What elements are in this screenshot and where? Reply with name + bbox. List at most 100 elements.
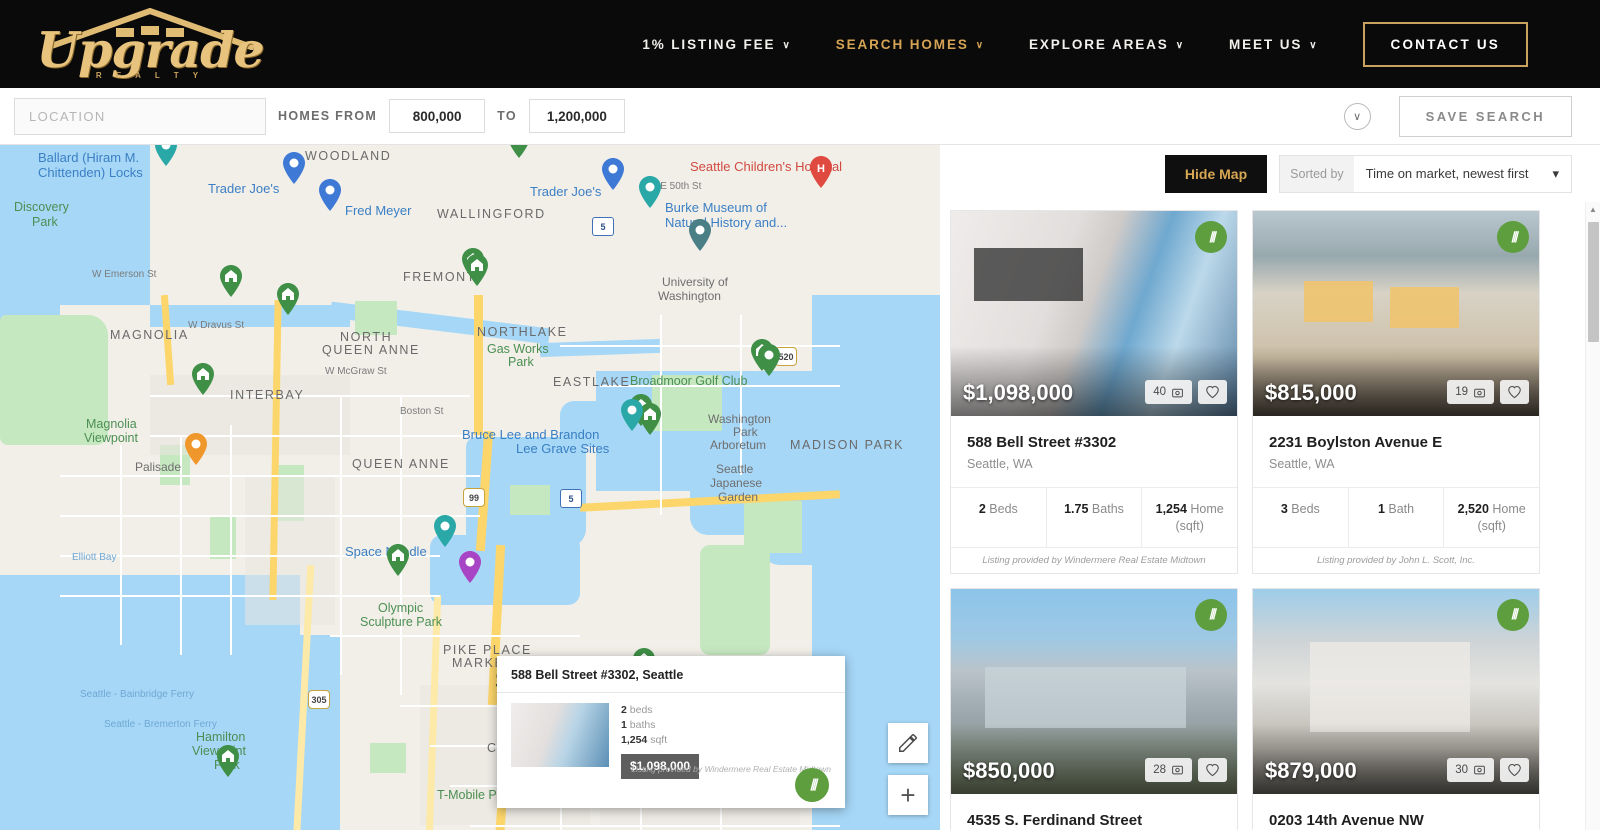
- route-shield: 5: [560, 489, 582, 508]
- save-search-button[interactable]: SAVE SEARCH: [1398, 95, 1572, 137]
- photo-count-badge[interactable]: 30: [1447, 757, 1494, 782]
- stat-beds: 3 Beds: [1280, 502, 1320, 516]
- map-label: MAGNOLIA: [110, 328, 189, 342]
- map-poi-pin[interactable]: [281, 151, 307, 185]
- map-poi-pin[interactable]: [687, 218, 713, 252]
- map-poi-pin[interactable]: [619, 398, 645, 432]
- map-property-pin[interactable]: [506, 145, 532, 159]
- map-poi-pin[interactable]: H: [808, 155, 834, 189]
- listing-card[interactable]: ⦀ $879,000 30 0203 14th Avenue NW: [1252, 587, 1540, 830]
- listing-card[interactable]: ⦀ $850,000 28 4535 S. Ferdinand Street: [950, 587, 1238, 830]
- map-poi-pin[interactable]: [432, 514, 458, 548]
- popup-thumbnail[interactable]: [511, 703, 609, 767]
- map-label: EASTLAKE: [553, 375, 631, 389]
- listing-card[interactable]: ⦀ $815,000 19 2231 Boylston Avenue E Seattle…: [1252, 210, 1540, 574]
- popup-beds-label: beds: [629, 704, 653, 716]
- nav-label: 1% LISTING FEE: [642, 36, 776, 52]
- map-label: W Dravus St: [188, 320, 245, 331]
- nav-item-search-homes[interactable]: SEARCH HOMES ∨: [836, 37, 985, 52]
- photo-count-badge[interactable]: 28: [1145, 757, 1192, 782]
- scroll-up-icon[interactable]: ▲: [1586, 202, 1600, 214]
- favorite-button[interactable]: [1500, 757, 1529, 782]
- map-property-pin[interactable]: [218, 264, 244, 298]
- map-property-pin[interactable]: [275, 282, 301, 316]
- favorite-button[interactable]: [1198, 757, 1227, 782]
- map-property-pin[interactable]: [215, 744, 241, 778]
- nav-item-listing-fee[interactable]: 1% LISTING FEE ∨: [642, 37, 791, 52]
- chevron-down-icon: ∨: [1309, 39, 1319, 51]
- photos-icon: [1474, 388, 1485, 397]
- map-label: Seattle - Bremerton Ferry: [104, 719, 217, 730]
- location-input[interactable]: LOCATION: [14, 97, 266, 135]
- photo-count: 40: [1153, 386, 1166, 398]
- expand-filters-button[interactable]: ∨: [1343, 102, 1371, 130]
- map-label: QUEEN ANNE: [352, 457, 450, 471]
- nav-item-meet-us[interactable]: MEET US ∨: [1229, 37, 1319, 52]
- map-label: Fred Meyer: [345, 203, 412, 218]
- popup-sqft-label: sqft: [650, 734, 668, 747]
- sort-select[interactable]: Time on market, newest first ▾: [1353, 155, 1571, 192]
- listing-photo[interactable]: ⦀ $815,000 19: [1253, 211, 1539, 416]
- nwmls-logo-icon: ⦀: [1497, 221, 1529, 253]
- popup-beds-value: 2: [621, 704, 627, 716]
- listing-photo[interactable]: ⦀ $1,098,000 40: [951, 211, 1237, 416]
- nav-label: SEARCH HOMES: [835, 36, 969, 52]
- map-view[interactable]: Ballard (Hiram M. Chittenden) Locks Discov…: [0, 145, 940, 830]
- map-property-pin[interactable]: [385, 543, 411, 577]
- map-label: Olympic: [378, 601, 424, 615]
- contact-us-button[interactable]: CONTACT US: [1362, 21, 1528, 67]
- route-shield: 5: [592, 217, 614, 236]
- map-poi-pin[interactable]: [317, 178, 343, 212]
- map-label: Lee Grave Sites: [516, 441, 610, 456]
- map-poi-pin[interactable]: [183, 432, 209, 466]
- map-label: Park: [733, 425, 758, 439]
- map-poi-pin[interactable]: [600, 157, 626, 191]
- listing-photo[interactable]: ⦀ $879,000 30: [1253, 588, 1539, 794]
- map-label: Arboretum: [710, 438, 767, 452]
- map-label: Japanese: [710, 476, 763, 490]
- map-zoom-in-button[interactable]: +: [888, 775, 928, 815]
- stat-sqft: 2,520 Home (sqft): [1443, 488, 1539, 547]
- listing-card[interactable]: ⦀ $1,098,000 40 588 Bell Street #3302 Seattl…: [950, 210, 1238, 574]
- route-shield: 305: [308, 690, 330, 709]
- map-draw-button[interactable]: [888, 723, 928, 763]
- favorite-button[interactable]: [1198, 380, 1227, 404]
- favorite-heart-icon: [1508, 763, 1521, 777]
- hide-map-button[interactable]: Hide Map: [1164, 154, 1268, 193]
- listing-photo[interactable]: ⦀ $850,000 28: [951, 588, 1237, 794]
- favorite-heart-icon: [1206, 385, 1219, 399]
- map-poi-pin[interactable]: [457, 550, 483, 584]
- main-nav: 1% LISTING FEE ∨ SEARCH HOMES ∨ EXPLORE …: [300, 21, 1600, 67]
- map-poi-pin[interactable]: [153, 145, 179, 167]
- nwmls-logo-icon: ⦀: [1497, 598, 1529, 631]
- listings-toolbar: Hide Map Sorted by Time on market, newes…: [940, 145, 1600, 202]
- listings-scrollbar[interactable]: ▲: [1585, 202, 1600, 830]
- nav-item-explore-areas[interactable]: EXPLORE AREAS ∨: [1029, 37, 1185, 52]
- map-info-popup[interactable]: 588 Bell Street #3302, Seattle 2 beds 1 …: [497, 656, 845, 808]
- map-label: Elliott Bay: [72, 552, 117, 563]
- scrollbar-thumb[interactable]: [1588, 222, 1599, 342]
- map-label: Seattle: [716, 462, 754, 476]
- photo-count-badge[interactable]: 19: [1447, 380, 1494, 404]
- listing-card-grid: ⦀ $1,098,000 40 588 Bell Street #3302 Seattl…: [940, 202, 1600, 830]
- map-poi-pin[interactable]: [756, 343, 782, 377]
- map-label: WALLINGFORD: [437, 207, 546, 221]
- price-min-input[interactable]: 800,000: [389, 99, 486, 133]
- stat-sqft: 1,254 Home (sqft): [1141, 488, 1237, 547]
- map-label: Park: [508, 355, 534, 369]
- pencil-icon: [899, 734, 917, 752]
- location-placeholder: LOCATION: [29, 108, 106, 124]
- map-property-pin[interactable]: [464, 253, 490, 287]
- favorite-heart-icon: [1508, 385, 1521, 399]
- logo-subtitle: R E A L T Y: [95, 71, 205, 80]
- map-label: Bruce Lee and Brandon: [462, 427, 600, 442]
- listing-price: $879,000: [1265, 757, 1357, 783]
- map-poi-pin[interactable]: [637, 175, 663, 209]
- photo-count: 30: [1455, 763, 1468, 776]
- logo[interactable]: Upgrade R E A L T Y: [0, 0, 300, 88]
- favorite-button[interactable]: [1500, 380, 1529, 404]
- map-property-pin[interactable]: [190, 362, 216, 396]
- map-label: University of: [662, 275, 729, 289]
- photo-count-badge[interactable]: 40: [1145, 380, 1192, 404]
- price-max-input[interactable]: 1,200,000: [528, 99, 625, 133]
